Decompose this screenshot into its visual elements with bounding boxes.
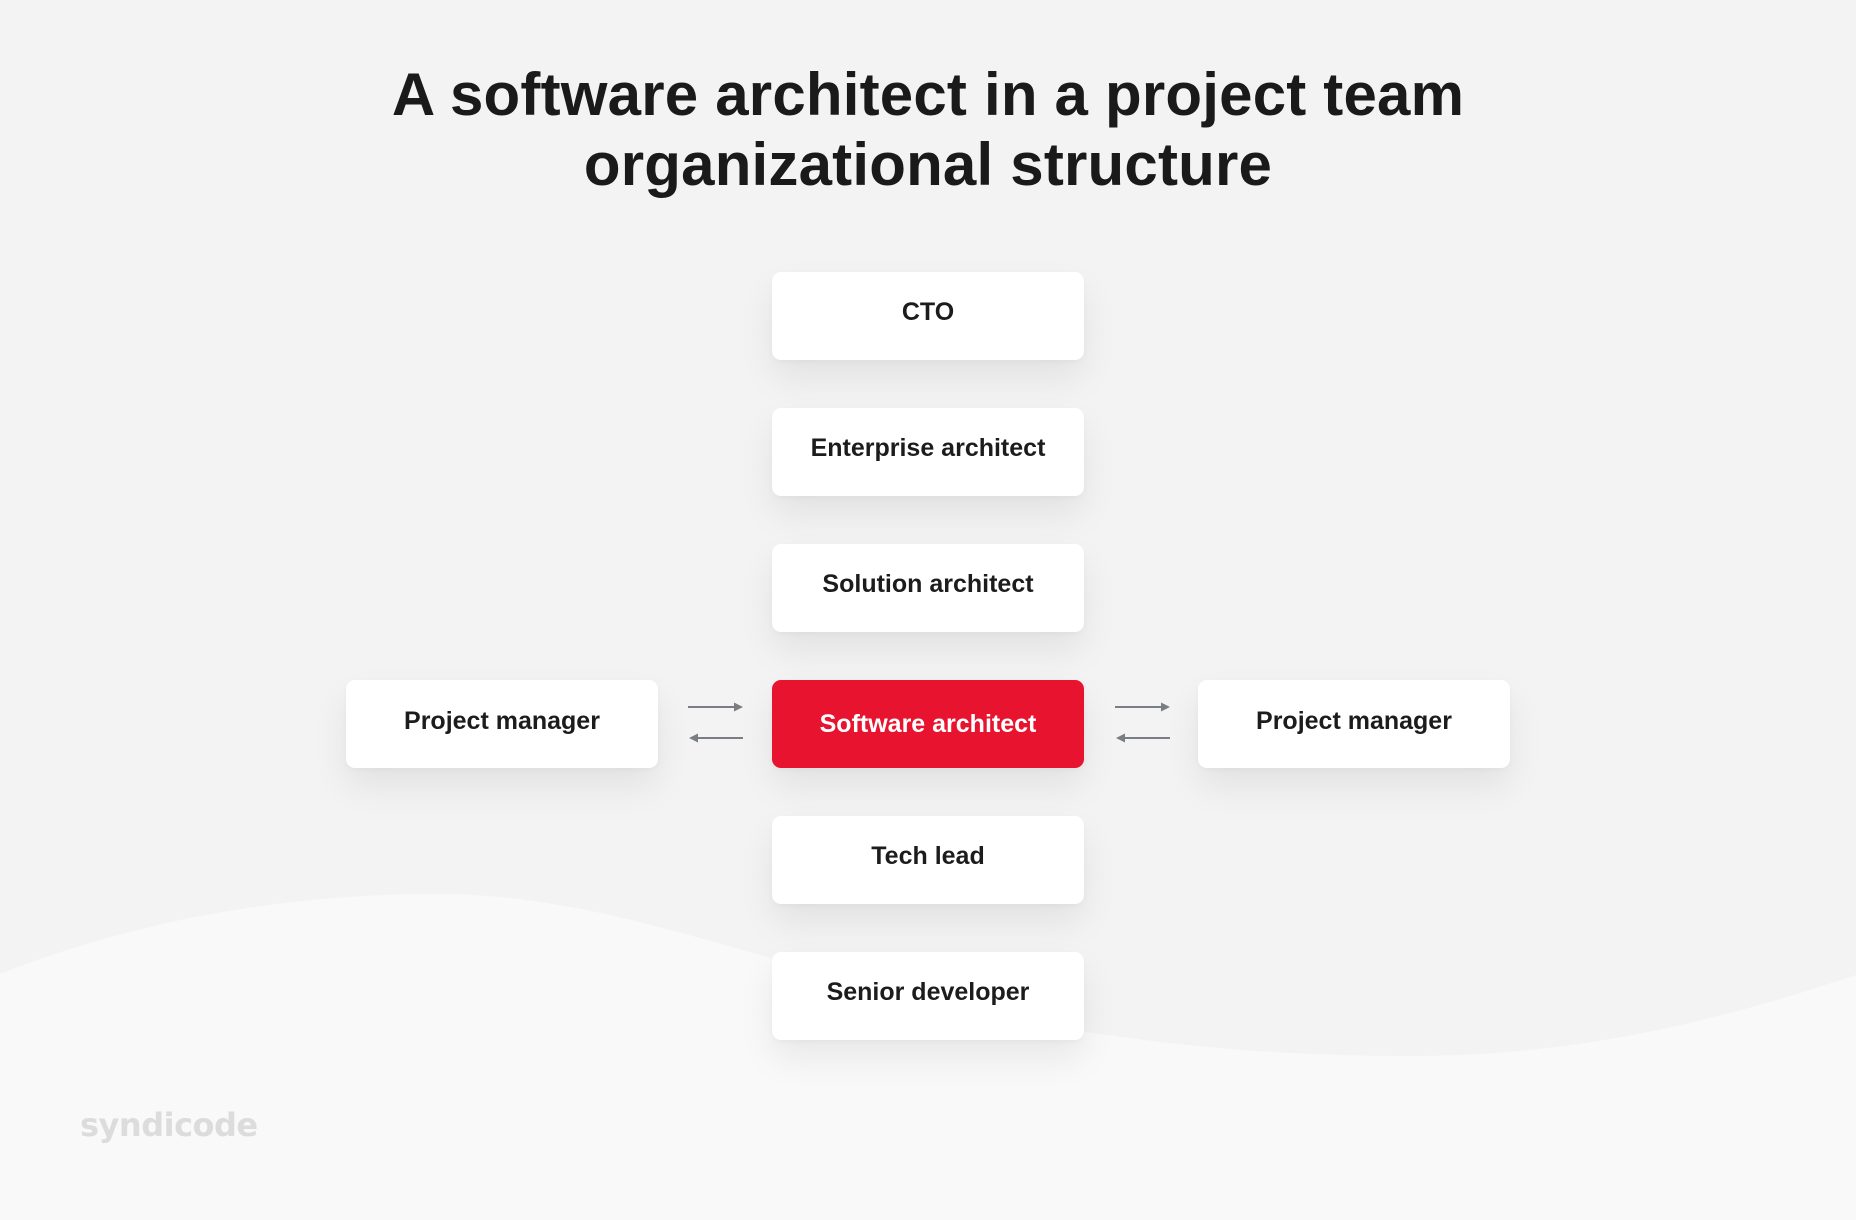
node-project-manager-right: Project manager <box>1198 680 1510 768</box>
node-enterprise-architect: Enterprise architect <box>772 408 1084 496</box>
node-label: Project manager <box>1256 706 1452 735</box>
diagram-title: A software architect in a project team o… <box>0 60 1856 200</box>
arrow-left-icon <box>689 733 743 743</box>
node-software-architect: Software architect <box>772 680 1084 768</box>
arrow-right-icon <box>1115 702 1170 712</box>
title-line-1: A software architect in a project team <box>391 61 1465 128</box>
node-label: Tech lead <box>871 841 985 870</box>
arrow-right-icon <box>688 702 743 712</box>
node-label: Solution architect <box>822 569 1034 598</box>
node-label: Software architect <box>819 709 1037 738</box>
bidirectional-arrows-icon <box>688 700 744 744</box>
node-tech-lead: Tech lead <box>772 816 1084 904</box>
syndicode-logo: syndicode <box>80 1106 258 1144</box>
node-label: Senior developer <box>826 977 1030 1006</box>
arrow-left-icon <box>1116 733 1170 743</box>
node-cto: CTO <box>772 272 1084 360</box>
node-label: Project manager <box>404 706 600 735</box>
node-label: Enterprise architect <box>810 433 1046 462</box>
node-project-manager-left: Project manager <box>346 680 658 768</box>
node-label: CTO <box>901 297 955 326</box>
title-line-2: organizational structure <box>583 131 1273 198</box>
node-solution-architect: Solution architect <box>772 544 1084 632</box>
node-senior-developer: Senior developer <box>772 952 1084 1040</box>
bidirectional-arrows-icon <box>1115 700 1171 744</box>
